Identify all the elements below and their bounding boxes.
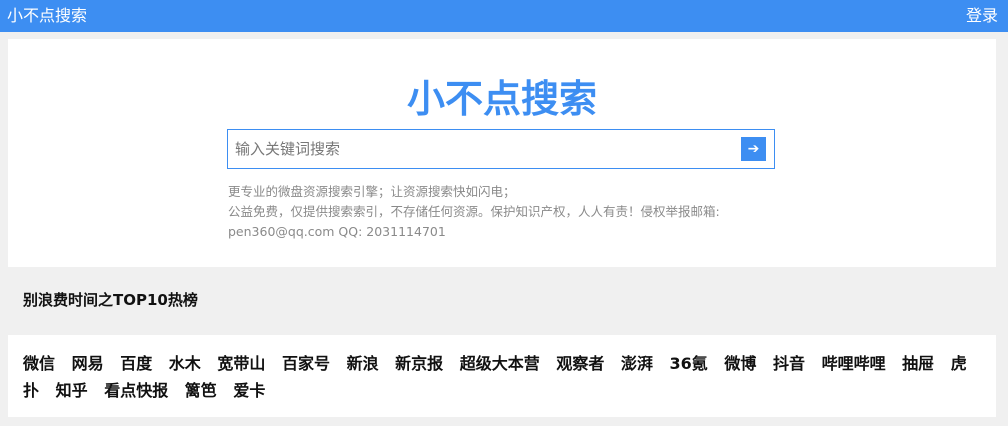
site-link[interactable]: 微博 [724, 354, 756, 373]
brand-link[interactable]: 小不点搜索 [7, 5, 87, 27]
search-panel: 小不点搜索 ➔ 更专业的微盘资源搜索引擎；让资源搜索快如闪电； 公益免费，仅提供… [8, 39, 996, 267]
site-link[interactable]: 微信 [23, 354, 55, 373]
search-input[interactable] [228, 130, 728, 168]
site-link[interactable]: 百度 [120, 354, 152, 373]
description-line: 公益免费，仅提供搜索索引，不存储任何资源。保护知识产权，人人有责！侵权举报邮箱: [228, 204, 720, 219]
site-link[interactable]: 看点快报 [104, 381, 168, 400]
search-box: ➔ [227, 129, 775, 169]
site-link[interactable]: 篱笆 [185, 381, 217, 400]
site-link[interactable]: 抽屉 [902, 354, 934, 373]
site-link[interactable]: 网易 [72, 354, 104, 373]
site-link[interactable]: 宽带山 [217, 354, 265, 373]
site-link[interactable]: 哔哩哔哩 [822, 354, 886, 373]
site-link[interactable]: 超级大本营 [460, 354, 540, 373]
description-line: 更专业的微盘资源搜索引擎；让资源搜索快如闪电； [228, 184, 516, 199]
site-link[interactable]: 爱卡 [233, 381, 265, 400]
site-link[interactable]: 36氪 [670, 354, 708, 373]
site-link[interactable]: 抖音 [773, 354, 805, 373]
site-link[interactable]: 新京报 [395, 354, 443, 373]
site-link[interactable]: 知乎 [56, 381, 88, 400]
site-link[interactable]: 新浪 [347, 354, 379, 373]
login-link[interactable]: 登录 [966, 5, 998, 27]
top10-heading: 别浪费时间之TOP10热榜 [23, 291, 198, 309]
top-bar: 小不点搜索 登录 [0, 0, 1008, 32]
site-link[interactable]: 澎湃 [621, 354, 653, 373]
site-description: 更专业的微盘资源搜索引擎；让资源搜索快如闪电； 公益免费，仅提供搜索索引，不存储… [228, 182, 788, 242]
description-line: pen360@qq.com QQ: 2031114701 [228, 224, 446, 239]
site-link[interactable]: 百家号 [282, 354, 330, 373]
arrow-right-icon: ➔ [747, 141, 760, 157]
site-link-list: 微信 网易 百度 水木 宽带山 百家号 新浪 新京报 超级大本营 观察者 澎湃 … [23, 350, 988, 404]
site-link[interactable]: 观察者 [556, 354, 604, 373]
top10-site-panel: 微信 网易 百度 水木 宽带山 百家号 新浪 新京报 超级大本营 观察者 澎湃 … [8, 335, 996, 417]
site-link[interactable]: 水木 [169, 354, 201, 373]
search-button[interactable]: ➔ [741, 137, 766, 161]
site-logo-title: 小不点搜索 [406, 77, 597, 121]
